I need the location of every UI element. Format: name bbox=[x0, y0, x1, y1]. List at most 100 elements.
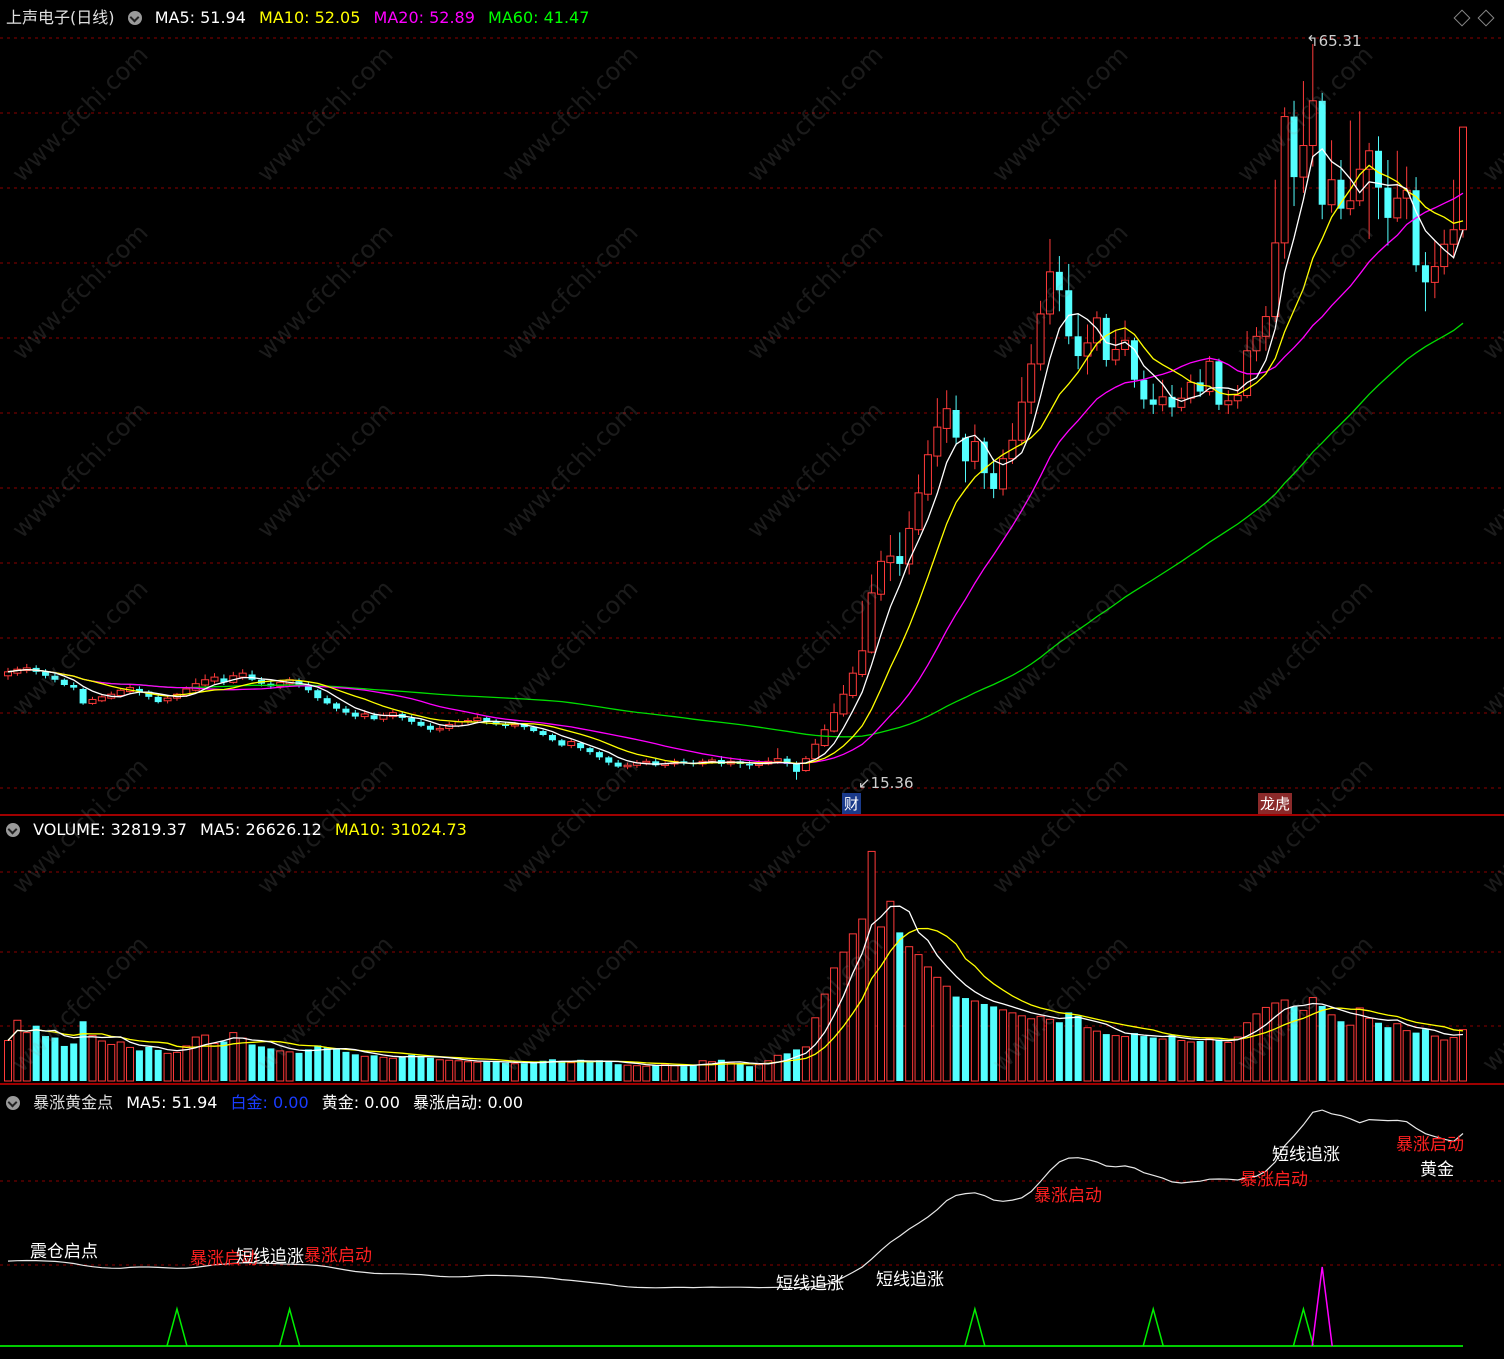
volume-bar bbox=[886, 900, 895, 1082]
volume-bar bbox=[793, 1049, 801, 1081]
candle-body bbox=[605, 757, 613, 763]
candle-body bbox=[839, 693, 848, 715]
volume-bar bbox=[229, 1032, 238, 1082]
candle-body bbox=[558, 740, 566, 746]
volume-bar bbox=[285, 1051, 294, 1082]
volume-bar bbox=[801, 1046, 810, 1082]
volume-bar bbox=[445, 1059, 454, 1082]
indicator-header: 暴涨黄金点 MA5: 51.94 白金: 0.00 黄金: 0.00 暴涨启动:… bbox=[6, 1089, 531, 1113]
volume-bar bbox=[398, 1056, 406, 1081]
volume-bar bbox=[426, 1057, 434, 1081]
volume-bar bbox=[1177, 1040, 1186, 1082]
signal-spike bbox=[166, 1306, 188, 1347]
candle-body bbox=[1299, 145, 1308, 178]
candle-body bbox=[1384, 187, 1392, 218]
candle-body bbox=[1346, 200, 1355, 210]
volume-bar bbox=[980, 1003, 988, 1081]
volume-bar bbox=[1261, 1006, 1270, 1082]
candle-body bbox=[1027, 363, 1036, 403]
volume-bar bbox=[463, 1061, 472, 1082]
indicator-ma5-legend: MA5: 51.94 bbox=[126, 1093, 218, 1112]
volume-bar bbox=[191, 1036, 200, 1082]
volume-bar bbox=[60, 1045, 68, 1081]
volume-bar bbox=[614, 1064, 622, 1081]
volume-bar bbox=[642, 1065, 651, 1082]
candle-body bbox=[1327, 179, 1336, 206]
volume-bar bbox=[896, 932, 904, 1081]
candle-body bbox=[60, 679, 68, 685]
volume-bar bbox=[1449, 1037, 1458, 1082]
volume-bar bbox=[333, 1048, 341, 1081]
candle-body bbox=[1375, 150, 1383, 188]
candle-body bbox=[201, 679, 210, 686]
signal-spike bbox=[964, 1306, 986, 1347]
candle-body bbox=[370, 715, 378, 720]
longhu-badge[interactable]: 龙虎 bbox=[1258, 793, 1293, 814]
candle-body bbox=[1449, 229, 1458, 245]
volume-bar bbox=[558, 1061, 566, 1081]
candle-body bbox=[97, 696, 106, 702]
indicator-toggle-icon[interactable] bbox=[6, 1096, 20, 1110]
volume-bar bbox=[530, 1062, 538, 1081]
candle-body bbox=[848, 672, 857, 697]
candlestick-chart bbox=[0, 37, 1504, 789]
volume-bar bbox=[577, 1059, 585, 1081]
candle-body bbox=[1065, 290, 1073, 337]
candle-body bbox=[801, 758, 810, 772]
volume-bar bbox=[820, 993, 829, 1082]
candle-body bbox=[1130, 340, 1138, 380]
volume-bar bbox=[370, 1055, 378, 1081]
volume-bar bbox=[746, 1066, 754, 1081]
volume-bar bbox=[417, 1055, 425, 1081]
volume-bar bbox=[632, 1065, 641, 1082]
candle-body bbox=[793, 763, 801, 772]
volume-bar bbox=[351, 1054, 359, 1081]
volume-bar bbox=[435, 1059, 444, 1082]
volume-bar bbox=[736, 1064, 744, 1081]
volume-bar bbox=[970, 1000, 979, 1082]
price-header: 上声电子(日线) MA5: 51.94 MA10: 52.05 MA20: 52… bbox=[6, 4, 597, 28]
volume-bar bbox=[220, 1041, 228, 1081]
volume-bar bbox=[867, 850, 876, 1082]
volume-bar bbox=[539, 1060, 547, 1081]
volume-bar bbox=[830, 967, 839, 1082]
volume-bar bbox=[483, 1061, 491, 1081]
volume-bar bbox=[323, 1047, 331, 1081]
volume-bar bbox=[388, 1057, 397, 1082]
volume-bar bbox=[408, 1054, 416, 1081]
candle-body bbox=[1036, 313, 1045, 365]
volume-bar bbox=[952, 996, 960, 1081]
candle-body bbox=[1421, 265, 1429, 283]
candle-body bbox=[1233, 395, 1242, 402]
candle-body bbox=[1111, 348, 1120, 361]
volume-bar bbox=[379, 1056, 388, 1082]
volume-bar bbox=[1412, 1032, 1420, 1081]
volume-bar bbox=[595, 1060, 603, 1081]
indicator-pane[interactable]: 暴涨黄金点 MA5: 51.94 白金: 0.00 黄金: 0.00 暴涨启动:… bbox=[0, 1085, 1504, 1359]
settings-toggle-icon[interactable] bbox=[127, 11, 142, 25]
volume-bar bbox=[51, 1037, 59, 1081]
volume-bar bbox=[42, 1036, 50, 1081]
candle-body bbox=[360, 713, 369, 718]
candle-body bbox=[1092, 317, 1101, 344]
volume-bar bbox=[1215, 1039, 1223, 1081]
volume-bar bbox=[126, 1046, 135, 1082]
volume-pane[interactable]: VOLUME: 32819.37 MA5: 26626.12 MA10: 310… bbox=[0, 816, 1504, 1083]
volume-bar bbox=[79, 1021, 87, 1081]
volume-bar bbox=[1036, 1015, 1045, 1082]
price-pane[interactable]: 上声电子(日线) MA5: 51.94 MA10: 52.05 MA20: 52… bbox=[0, 0, 1504, 814]
candle-body bbox=[548, 735, 556, 741]
volume-bar bbox=[182, 1045, 191, 1082]
candle-body bbox=[210, 676, 219, 682]
volume-bar bbox=[257, 1046, 265, 1081]
volume-toggle-icon[interactable] bbox=[6, 823, 20, 837]
volume-bar bbox=[1027, 1018, 1036, 1082]
earnings-badge[interactable]: 财 bbox=[842, 793, 862, 814]
signal-label: 短线追涨 bbox=[876, 1270, 944, 1290]
volume-bar bbox=[238, 1037, 247, 1082]
candle-body bbox=[773, 758, 782, 762]
volume-bar bbox=[689, 1065, 697, 1081]
candle-body bbox=[1055, 271, 1063, 291]
signal-spike bbox=[1292, 1306, 1315, 1347]
volume-bar bbox=[1205, 1038, 1214, 1082]
